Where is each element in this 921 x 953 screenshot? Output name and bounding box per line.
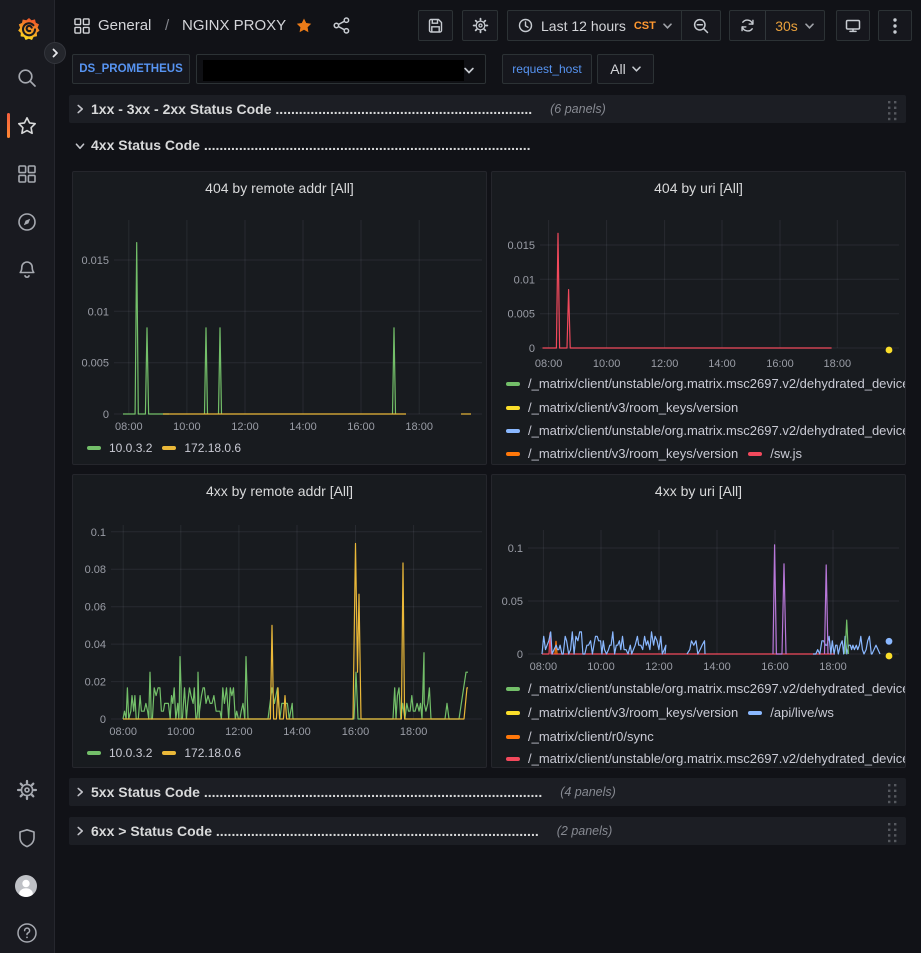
- svg-text:0: 0: [103, 409, 109, 421]
- svg-text:0.06: 0.06: [85, 602, 106, 614]
- svg-text:16:00: 16:00: [761, 661, 789, 673]
- svg-text:14:00: 14:00: [289, 421, 317, 433]
- svg-text:0.01: 0.01: [88, 306, 109, 318]
- svg-text:08:00: 08:00: [109, 726, 137, 738]
- svg-text:0: 0: [529, 343, 535, 355]
- svg-text:14:00: 14:00: [703, 661, 731, 673]
- svg-text:0.02: 0.02: [85, 677, 106, 689]
- svg-text:14:00: 14:00: [283, 726, 311, 738]
- svg-text:10:00: 10:00: [593, 358, 621, 370]
- svg-text:0.04: 0.04: [85, 639, 106, 651]
- svg-text:12:00: 12:00: [651, 358, 679, 370]
- svg-text:18:00: 18:00: [405, 421, 433, 433]
- svg-text:0.005: 0.005: [507, 309, 535, 321]
- svg-text:0.1: 0.1: [508, 543, 523, 555]
- svg-text:10:00: 10:00: [167, 726, 195, 738]
- svg-text:0.08: 0.08: [85, 564, 106, 576]
- svg-text:12:00: 12:00: [225, 726, 253, 738]
- svg-text:18:00: 18:00: [819, 661, 847, 673]
- svg-text:16:00: 16:00: [342, 726, 370, 738]
- svg-text:18:00: 18:00: [824, 358, 852, 370]
- svg-text:14:00: 14:00: [708, 358, 736, 370]
- svg-text:0: 0: [517, 649, 523, 661]
- svg-text:0: 0: [100, 714, 106, 726]
- svg-text:18:00: 18:00: [400, 726, 428, 738]
- svg-text:0.05: 0.05: [502, 596, 523, 608]
- svg-text:12:00: 12:00: [231, 421, 259, 433]
- svg-text:0.015: 0.015: [507, 240, 535, 252]
- svg-text:16:00: 16:00: [347, 421, 375, 433]
- svg-text:08:00: 08:00: [530, 661, 558, 673]
- svg-text:10:00: 10:00: [587, 661, 615, 673]
- svg-text:0.01: 0.01: [514, 274, 535, 286]
- svg-text:12:00: 12:00: [645, 661, 673, 673]
- svg-text:08:00: 08:00: [115, 421, 143, 433]
- svg-text:0.1: 0.1: [91, 527, 106, 539]
- svg-text:16:00: 16:00: [766, 358, 794, 370]
- svg-text:08:00: 08:00: [535, 358, 563, 370]
- svg-text:0.015: 0.015: [81, 255, 109, 267]
- svg-text:10:00: 10:00: [173, 421, 201, 433]
- svg-text:0.005: 0.005: [81, 358, 109, 370]
